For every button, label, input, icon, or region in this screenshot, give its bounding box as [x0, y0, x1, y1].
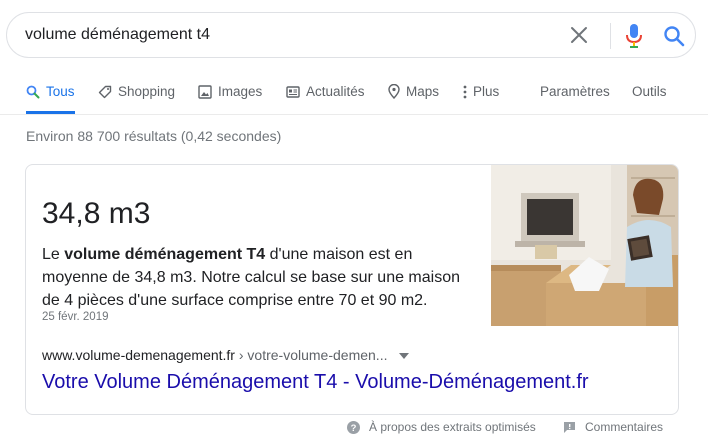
result-url-path: › votre-volume-demen... — [234, 347, 388, 363]
tab-label: Maps — [406, 84, 440, 99]
tag-icon — [98, 85, 112, 98]
more-vert-icon — [463, 85, 467, 98]
featured-snippet: 34,8 m3 Le volume déménagement T4 d'une … — [25, 164, 679, 415]
about-featured-snippets-link[interactable]: ? À propos des extraits optimisés — [347, 420, 536, 434]
search-input[interactable] — [25, 13, 545, 57]
help-icon: ? — [347, 420, 360, 434]
map-pin-icon — [388, 84, 400, 99]
tab-maps[interactable]: Maps — [388, 70, 439, 113]
tab-label: Tous — [46, 84, 75, 99]
snippet-text: Le volume déménagement T4 d'une maison e… — [42, 243, 482, 312]
tab-images[interactable]: Images — [198, 70, 262, 113]
news-icon — [286, 85, 300, 98]
result-title-link[interactable]: Votre Volume Déménagement T4 - Volume-Dé… — [42, 371, 589, 394]
close-icon[interactable] — [570, 26, 588, 44]
help-label: À propos des extraits optimisés — [369, 420, 536, 434]
dropdown-arrow-icon[interactable] — [399, 353, 410, 360]
snippet-text-before: Le — [42, 246, 65, 263]
tab-tous[interactable]: Tous — [26, 70, 75, 114]
search-bar — [6, 12, 696, 58]
snippet-thumbnail[interactable] — [491, 165, 679, 326]
image-icon — [198, 84, 212, 99]
tab-shopping[interactable]: Shopping — [98, 70, 175, 113]
result-url: www.volume-demenagement.fr › votre-volum… — [42, 347, 410, 363]
snippet-date: 25 févr. 2019 — [42, 311, 109, 323]
result-stats: Environ 88 700 résultats (0,42 secondes) — [26, 128, 282, 144]
microphone-icon[interactable] — [624, 23, 644, 49]
feedback-link[interactable]: Commentaires — [563, 420, 663, 434]
result-url-domain: www.volume-demenagement.fr — [42, 347, 235, 363]
svg-text:?: ? — [351, 423, 357, 434]
search-bar-divider — [610, 23, 611, 49]
tab-plus[interactable]: Plus — [463, 70, 499, 113]
feedback-label: Commentaires — [585, 420, 664, 434]
tab-outils[interactable]: Outils — [632, 70, 667, 113]
tab-parametres[interactable]: Paramètres — [540, 70, 610, 113]
tab-label: Paramètres — [540, 84, 610, 99]
tab-label: Images — [218, 84, 263, 99]
snippet-answer: 34,8 m3 — [42, 197, 151, 230]
search-icon — [26, 85, 40, 98]
snippet-text-bold: volume déménagement T4 — [64, 246, 266, 263]
tab-label: Outils — [632, 84, 667, 99]
feedback-icon — [564, 421, 575, 433]
tab-actualites[interactable]: Actualités — [286, 70, 365, 113]
tab-label: Actualités — [306, 84, 365, 99]
search-icon[interactable] — [663, 25, 685, 47]
search-tabs: Tous Shopping Images Actualités Maps Plu… — [0, 70, 708, 115]
tab-label: Shopping — [118, 84, 176, 99]
tab-label: Plus — [473, 84, 500, 99]
